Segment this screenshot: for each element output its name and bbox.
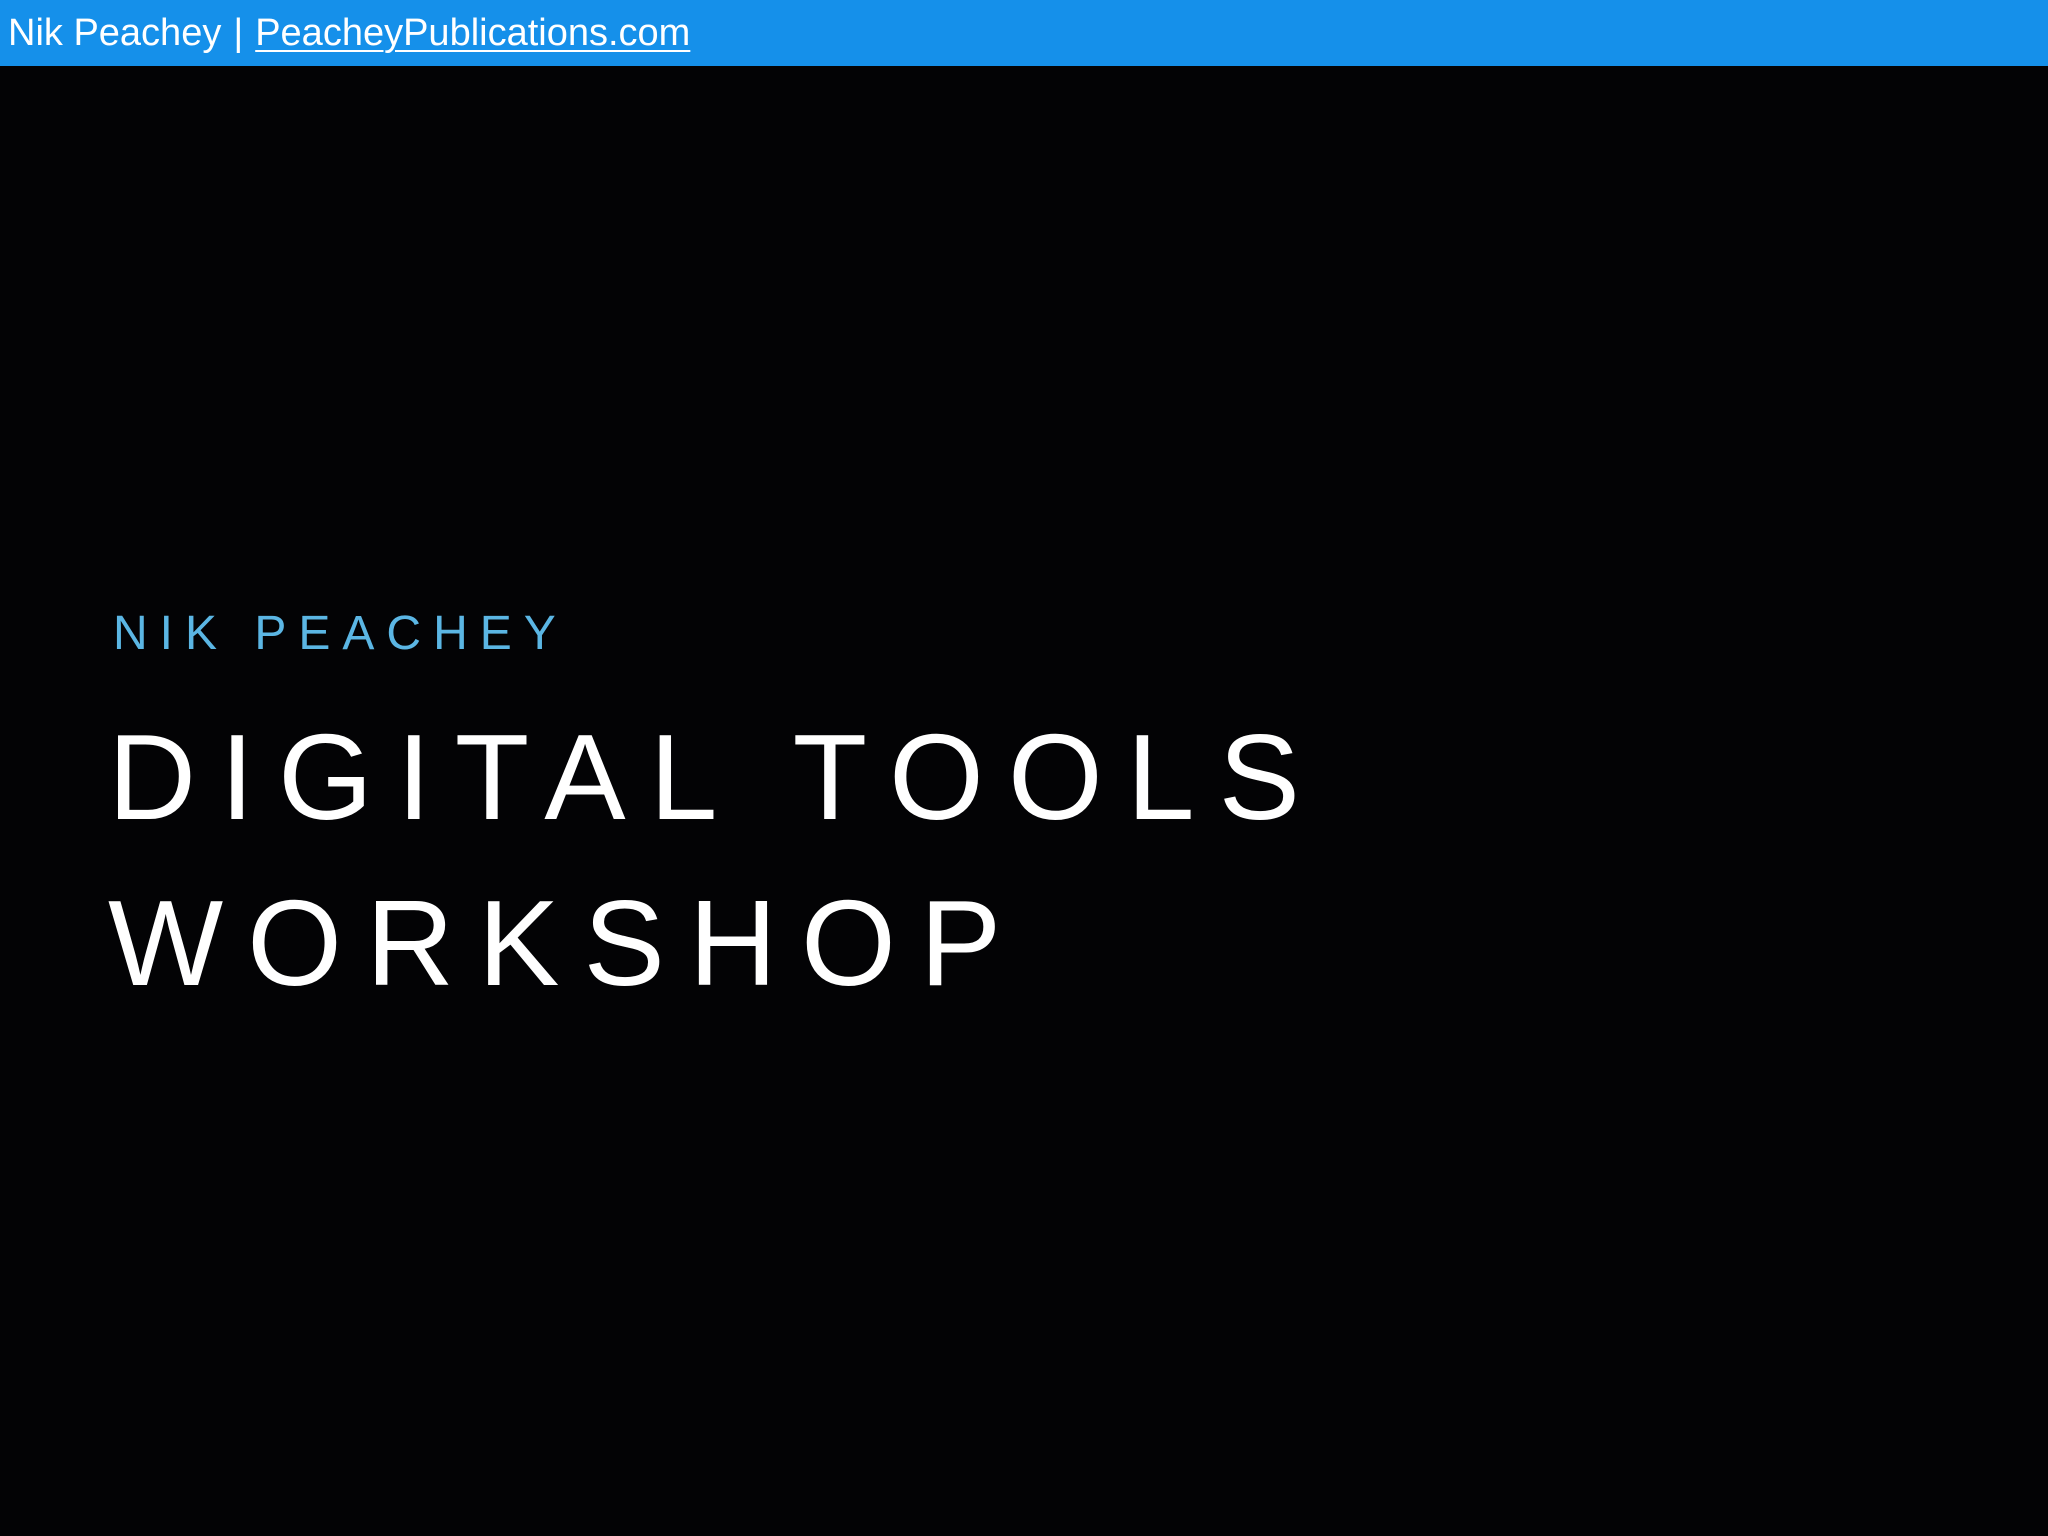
author-name: Nik Peachey <box>8 11 222 54</box>
header-separator: | <box>233 11 244 54</box>
title-line: DIGITAL TOOLS <box>108 709 1324 845</box>
website-link[interactable]: PeacheyPublications.com <box>255 12 690 55</box>
header-bar: Nik Peachey | PeacheyPublications.com <box>0 0 2048 66</box>
slide-title: DIGITAL TOOLS WORKSHOP <box>108 694 1324 1026</box>
title-line: WORKSHOP <box>108 875 1026 1011</box>
slide-page: Nik Peachey | PeacheyPublications.com NI… <box>0 0 2048 1536</box>
slide-subtitle: NIK PEACHEY <box>113 607 568 660</box>
